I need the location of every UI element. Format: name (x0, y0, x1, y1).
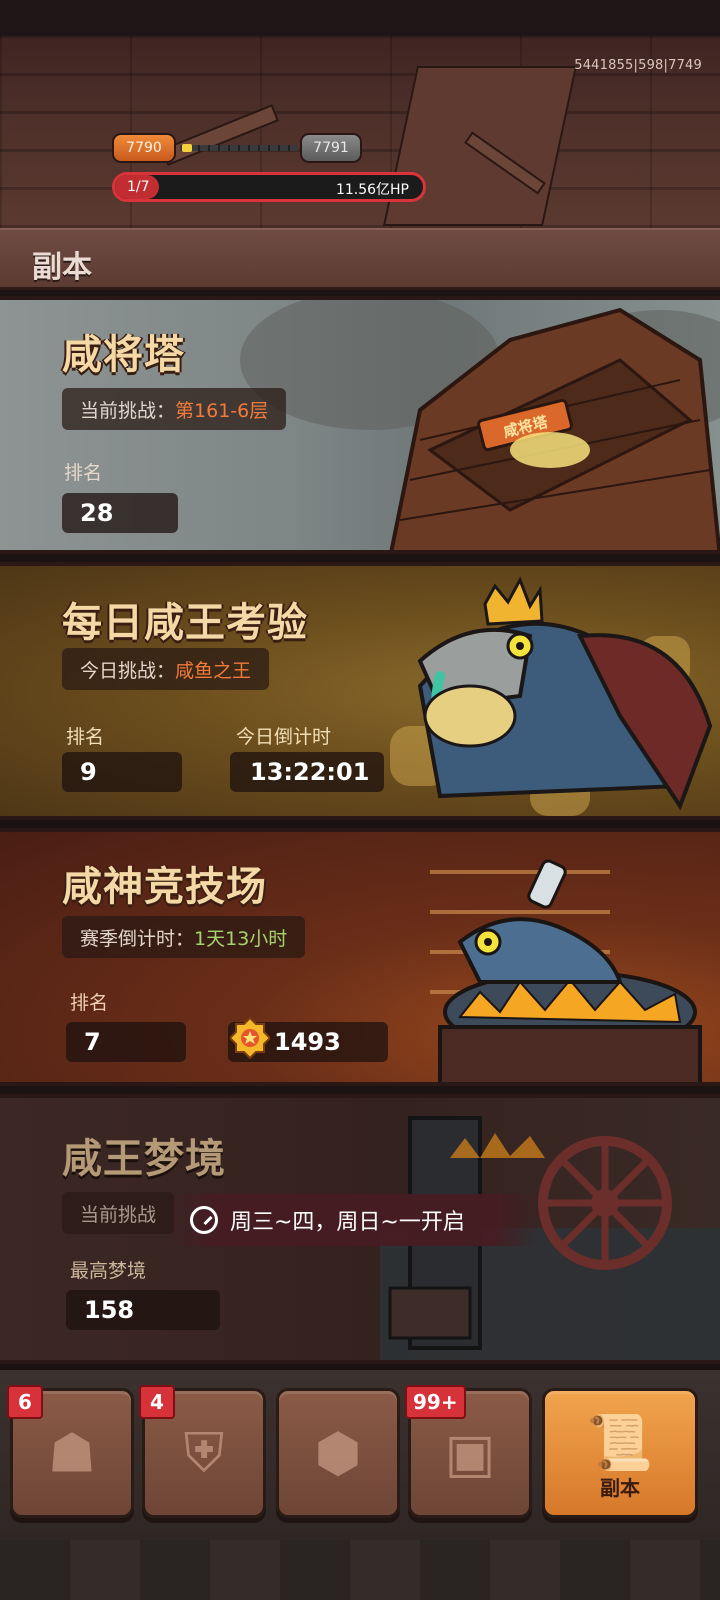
bottom-nav: ☗ 6 ⛨ 4 ⬢ ▣ 99+ 📜 副本 (0, 1370, 720, 1600)
tower-rank-label: 排名 (64, 462, 103, 484)
nav-armor-badge: 4 (139, 1385, 175, 1419)
hp-value-text: 11.56亿HP (335, 182, 409, 198)
arena-season-pill: 赛季倒计时： 1天13小时 (62, 916, 306, 958)
nav-dungeon-label: 副本 (600, 1476, 640, 1500)
nav-floor (0, 1540, 720, 1600)
user-id-text: 5441855|598|7749 (574, 58, 702, 73)
scroll-icon: 📜 (586, 1411, 654, 1475)
dream-schedule-text: 周三~四，周日~一开启 (230, 1210, 465, 1235)
tower-card[interactable]: 咸将塔 咸将塔 当前挑战： 第161-6层 排名 28 (0, 296, 720, 554)
chest-icon: ▣ (444, 1421, 496, 1485)
arena-score-value: 1493 (274, 1028, 341, 1056)
clock-icon (190, 1206, 218, 1234)
arena-illustration (430, 859, 702, 1082)
daily-countdown-label: 今日倒计时 (236, 726, 332, 748)
tower-challenge-pill: 当前挑战： 第161-6层 (62, 388, 287, 430)
daily-countdown-value: 13:22:01 (230, 752, 384, 792)
tower-challenge-label: 当前挑战： (80, 399, 176, 422)
daily-rank-label: 排名 (66, 726, 105, 748)
nav-armor-button[interactable]: ⛨ 4 (139, 1385, 266, 1518)
daily-trial-card[interactable]: 每日咸王考验 今日挑战： 咸鱼之王 排名 9 今日倒计时 13:22:01 (0, 562, 720, 820)
arena-title: 咸神竞技场 (62, 864, 267, 910)
nav-chest-button[interactable]: ▣ 99+ (405, 1385, 532, 1518)
dream-best-value: 158 (66, 1290, 220, 1330)
turtle-icon: ⬢ (314, 1421, 362, 1485)
wooden-beam (160, 104, 280, 166)
tower-challenge-value: 第161-6层 (175, 399, 269, 422)
dream-best-label: 最高梦境 (70, 1260, 147, 1282)
daily-title: 每日咸王考验 (62, 600, 308, 646)
nav-hero-button[interactable]: ☗ 6 (7, 1385, 134, 1518)
arena-rank-value: 7 (66, 1022, 186, 1062)
arena-season-value: 1天13小时 (194, 927, 288, 950)
nav-hero-badge: 6 (7, 1385, 43, 1419)
dream-title: 咸王梦境 (62, 1136, 226, 1182)
armor-icon: ⛨ (183, 1421, 225, 1484)
level-progress-track (180, 145, 298, 151)
arena-rank-label: 排名 (70, 992, 109, 1014)
status-bar (0, 0, 720, 36)
tower-illustration: 咸将塔 (389, 307, 720, 550)
arena-score-box: 1493 (228, 1016, 388, 1062)
tower-title: 咸将塔 (62, 332, 185, 378)
arena-card[interactable]: 咸神竞技场 赛季倒计时： 1天13小时 排名 7 1493 (0, 828, 720, 1086)
dream-challenge-pill: 当前挑战 (62, 1192, 175, 1234)
next-level-chip: 7791 (300, 133, 362, 163)
tower-rank-value: 28 (62, 493, 178, 533)
fish-king-illustration (390, 576, 713, 816)
dream-locked-banner: 周三~四，周日~一开启 (168, 1194, 538, 1246)
medal-icon (230, 1016, 270, 1060)
daily-challenge-pill: 今日挑战： 咸鱼之王 (62, 648, 270, 690)
nav-dungeon-button[interactable]: 📜 副本 (542, 1388, 698, 1518)
daily-challenge-value: 咸鱼之王 (175, 659, 252, 682)
current-level-chip: 7790 (112, 133, 176, 163)
hp-stage-text: 1/7 (127, 179, 150, 195)
dream-card[interactable]: 咸王梦境 当前挑战 周三~四，周日~一开启 最高梦境 158 (0, 1094, 720, 1364)
boss-hp-bar: 1/7 11.56亿HP (112, 172, 426, 202)
nav-turtle-button[interactable]: ⬢ (276, 1388, 400, 1518)
nav-chest-badge: 99+ (405, 1385, 466, 1419)
daily-rank-value: 9 (62, 752, 182, 792)
dream-challenge-label: 当前挑战 (80, 1203, 157, 1226)
section-header: 副本 (0, 228, 720, 290)
arena-season-label: 赛季倒计时： (80, 927, 195, 950)
hero-icon: ☗ (47, 1421, 97, 1485)
level-progress-fill (182, 144, 192, 152)
page-title: 副本 (32, 250, 92, 285)
daily-challenge-label: 今日挑战： (80, 659, 176, 682)
